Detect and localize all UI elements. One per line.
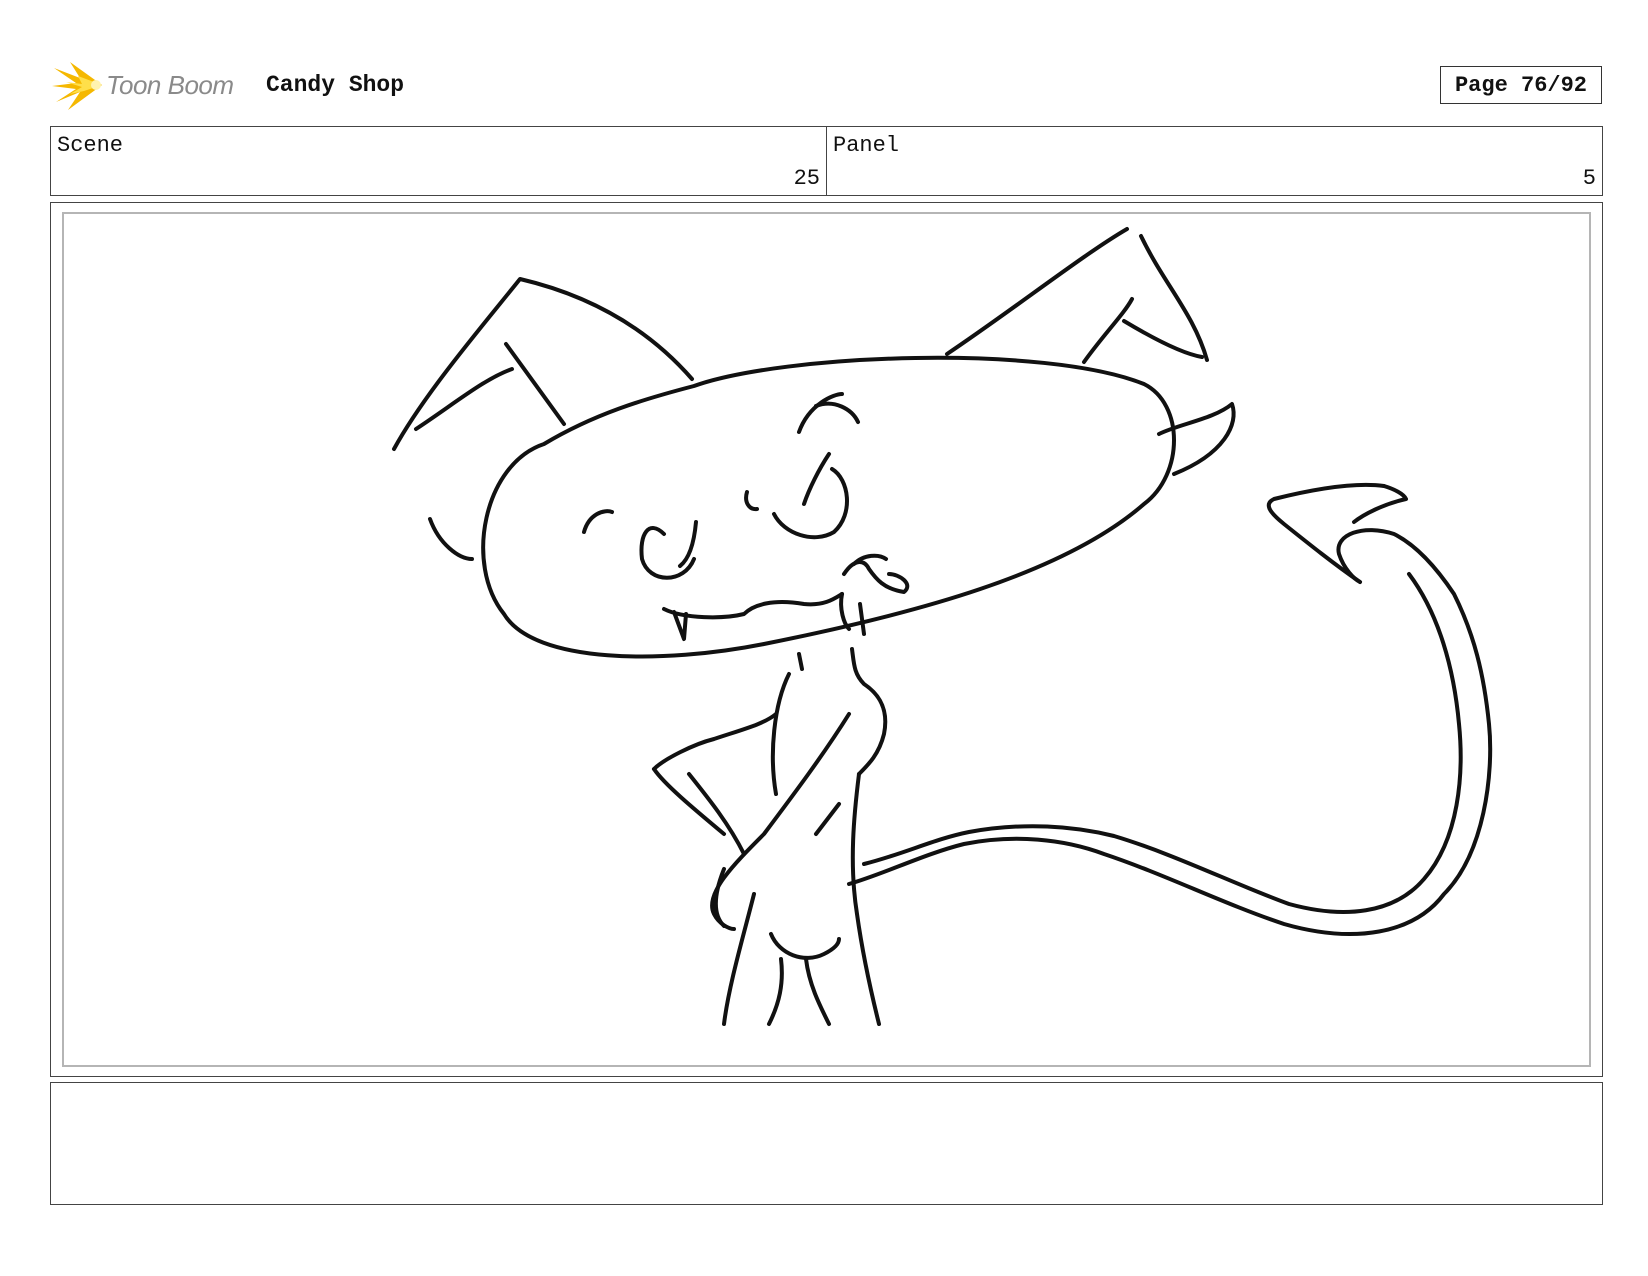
toon-boom-logo: Toon Boom <box>52 58 234 112</box>
logo-text: Toon Boom <box>106 69 234 100</box>
scene-label: Scene <box>57 133 124 158</box>
page-indicator: Page 76/92 <box>1440 66 1602 104</box>
scene-panel-info: Scene 25 Panel 5 <box>50 126 1603 196</box>
toon-boom-flare-icon <box>52 62 102 110</box>
panel-label: Panel <box>833 133 900 158</box>
panel-frame <box>50 202 1603 1077</box>
panel-notes[interactable] <box>50 1082 1603 1205</box>
scene-value: 25 <box>793 166 820 191</box>
panel-image-area <box>62 212 1591 1067</box>
character-sketch <box>392 227 1493 1026</box>
panel-value: 5 <box>1582 166 1596 191</box>
project-title: Candy Shop <box>266 72 405 98</box>
panel-cell: Panel 5 <box>826 127 1602 195</box>
scene-cell: Scene 25 <box>51 127 826 195</box>
